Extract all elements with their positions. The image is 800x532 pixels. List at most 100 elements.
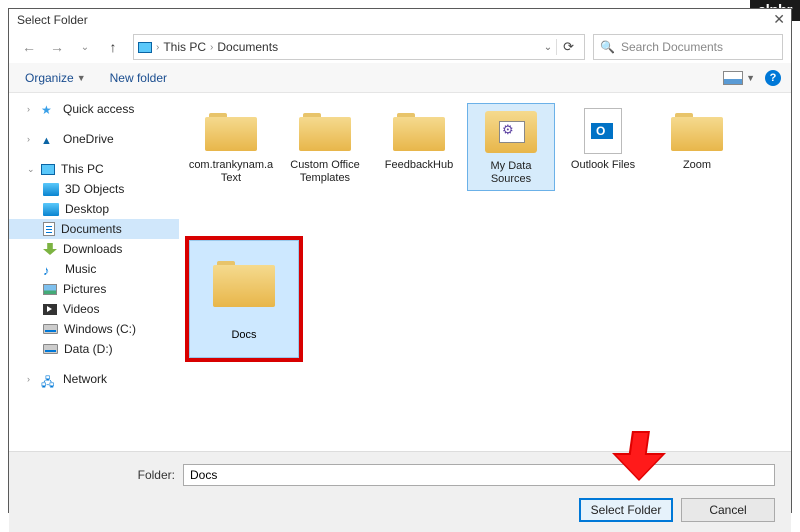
titlebar: Select Folder ✕ bbox=[9, 9, 791, 31]
chevron-right-icon: › bbox=[27, 104, 35, 114]
pc-icon bbox=[41, 164, 55, 175]
folder-label: My Data Sources bbox=[470, 160, 552, 186]
cloud-icon bbox=[41, 133, 57, 146]
newfolder-label: New folder bbox=[110, 71, 167, 85]
sidebar-label: 3D Objects bbox=[65, 182, 124, 196]
desktop-icon bbox=[43, 203, 59, 216]
folder-item[interactable]: Zoom bbox=[651, 103, 743, 191]
toolbar: Organize ▼ New folder ▼ ? bbox=[9, 63, 791, 93]
sidebar-label: Data (D:) bbox=[64, 342, 113, 356]
breadcrumb-root[interactable]: This PC bbox=[163, 40, 206, 54]
sidebar: › Quick access › OneDrive ⌄ This PC 3D O… bbox=[9, 93, 179, 451]
sidebar-label: Windows (C:) bbox=[64, 322, 136, 336]
folder-item[interactable]: My Data Sources bbox=[467, 103, 555, 191]
star-icon bbox=[41, 103, 57, 116]
folder-label: FeedbackHub bbox=[385, 159, 454, 172]
video-icon bbox=[43, 304, 57, 315]
folder-icon bbox=[393, 111, 445, 151]
sidebar-item-videos[interactable]: Videos bbox=[9, 299, 179, 319]
folder-item[interactable]: Outlook Files bbox=[557, 103, 649, 191]
organize-label: Organize bbox=[25, 71, 74, 85]
sidebar-label: Network bbox=[63, 372, 107, 386]
dialog-window: Select Folder ✕ ← → ⌄ ↑ › This PC › Docu… bbox=[8, 8, 792, 513]
pc-icon bbox=[138, 42, 152, 53]
sidebar-onedrive[interactable]: › OneDrive bbox=[9, 129, 179, 149]
chevron-right-icon: › bbox=[210, 42, 213, 53]
search-input[interactable]: 🔍 Search Documents bbox=[593, 34, 783, 60]
drive-icon bbox=[43, 344, 58, 354]
outlook-icon bbox=[584, 108, 622, 154]
folder-label: Zoom bbox=[683, 159, 711, 172]
nav-row: ← → ⌄ ↑ › This PC › Documents ⌄ ⟳ 🔍 Sear… bbox=[9, 31, 791, 63]
folder-label: Docs bbox=[231, 329, 256, 341]
drive-icon bbox=[43, 324, 58, 334]
sidebar-label: Videos bbox=[63, 302, 99, 316]
chevron-down-icon: ▼ bbox=[77, 73, 86, 83]
folder-icon bbox=[671, 111, 723, 151]
sidebar-item-drive-d[interactable]: Data (D:) bbox=[9, 339, 179, 359]
chevron-right-icon: › bbox=[27, 134, 35, 144]
folder-item[interactable]: FeedbackHub bbox=[373, 103, 465, 191]
sidebar-this-pc[interactable]: ⌄ This PC bbox=[9, 159, 179, 179]
folder-name-input[interactable] bbox=[183, 464, 775, 486]
folder-label: com.trankynam.aText bbox=[187, 159, 275, 185]
music-icon bbox=[43, 263, 59, 276]
chevron-down-icon: ▼ bbox=[746, 73, 755, 83]
folder-icon bbox=[299, 111, 351, 151]
sidebar-label: Documents bbox=[61, 222, 122, 236]
breadcrumb-bar[interactable]: › This PC › Documents ⌄ ⟳ bbox=[133, 34, 585, 60]
sidebar-item-drive-c[interactable]: Windows (C:) bbox=[9, 319, 179, 339]
view-icon bbox=[723, 71, 743, 85]
folder-item[interactable]: Custom Office Templates bbox=[279, 103, 371, 191]
select-folder-button[interactable]: Select Folder bbox=[579, 498, 673, 522]
sidebar-item-desktop[interactable]: Desktop bbox=[9, 199, 179, 219]
sidebar-item-3d-objects[interactable]: 3D Objects bbox=[9, 179, 179, 199]
sidebar-item-music[interactable]: Music bbox=[9, 259, 179, 279]
folder-icon bbox=[205, 111, 257, 151]
dialog-footer: Folder: Select Folder Cancel bbox=[9, 451, 791, 532]
sidebar-label: OneDrive bbox=[63, 132, 114, 146]
sidebar-label: Desktop bbox=[65, 202, 109, 216]
cube-icon bbox=[43, 183, 59, 196]
sidebar-quick-access[interactable]: › Quick access bbox=[9, 99, 179, 119]
new-folder-button[interactable]: New folder bbox=[104, 69, 173, 87]
back-button[interactable]: ← bbox=[17, 35, 41, 59]
organize-button[interactable]: Organize ▼ bbox=[19, 69, 92, 87]
folder-label: Outlook Files bbox=[571, 159, 635, 172]
forward-button: → bbox=[45, 35, 69, 59]
sidebar-label: This PC bbox=[61, 162, 104, 176]
chevron-right-icon: › bbox=[27, 374, 35, 384]
document-icon bbox=[43, 222, 55, 236]
breadcrumb-current[interactable]: Documents bbox=[217, 40, 278, 54]
cancel-button[interactable]: Cancel bbox=[681, 498, 775, 522]
data-source-icon bbox=[485, 111, 537, 153]
folder-label: Custom Office Templates bbox=[281, 159, 369, 185]
folder-item[interactable]: com.trankynam.aText bbox=[185, 103, 277, 191]
view-options-button[interactable]: ▼ bbox=[723, 71, 755, 85]
recent-dropdown[interactable]: ⌄ bbox=[73, 35, 97, 59]
window-title: Select Folder bbox=[17, 13, 88, 27]
chevron-right-icon: › bbox=[156, 42, 159, 53]
search-placeholder: Search Documents bbox=[621, 40, 723, 54]
download-icon bbox=[43, 243, 57, 255]
search-icon: 🔍 bbox=[600, 40, 615, 54]
sidebar-item-documents[interactable]: Documents bbox=[9, 219, 179, 239]
sidebar-label: Music bbox=[65, 262, 96, 276]
breadcrumb-dropdown-icon[interactable]: ⌄ bbox=[540, 42, 556, 53]
chevron-down-icon: ⌄ bbox=[27, 164, 35, 175]
up-button[interactable]: ↑ bbox=[101, 35, 125, 59]
close-icon[interactable]: ✕ bbox=[773, 11, 785, 28]
sidebar-label: Downloads bbox=[63, 242, 122, 256]
folder-field-label: Folder: bbox=[25, 468, 175, 482]
picture-icon bbox=[43, 284, 57, 295]
sidebar-network[interactable]: › Network bbox=[9, 369, 179, 389]
network-icon bbox=[41, 373, 57, 386]
folder-icon bbox=[213, 259, 275, 307]
sidebar-label: Quick access bbox=[63, 102, 134, 116]
sidebar-item-pictures[interactable]: Pictures bbox=[9, 279, 179, 299]
folder-item-selected[interactable]: Docs bbox=[189, 240, 299, 358]
refresh-icon[interactable]: ⟳ bbox=[556, 39, 580, 55]
sidebar-label: Pictures bbox=[63, 282, 106, 296]
help-icon[interactable]: ? bbox=[765, 70, 781, 86]
sidebar-item-downloads[interactable]: Downloads bbox=[9, 239, 179, 259]
